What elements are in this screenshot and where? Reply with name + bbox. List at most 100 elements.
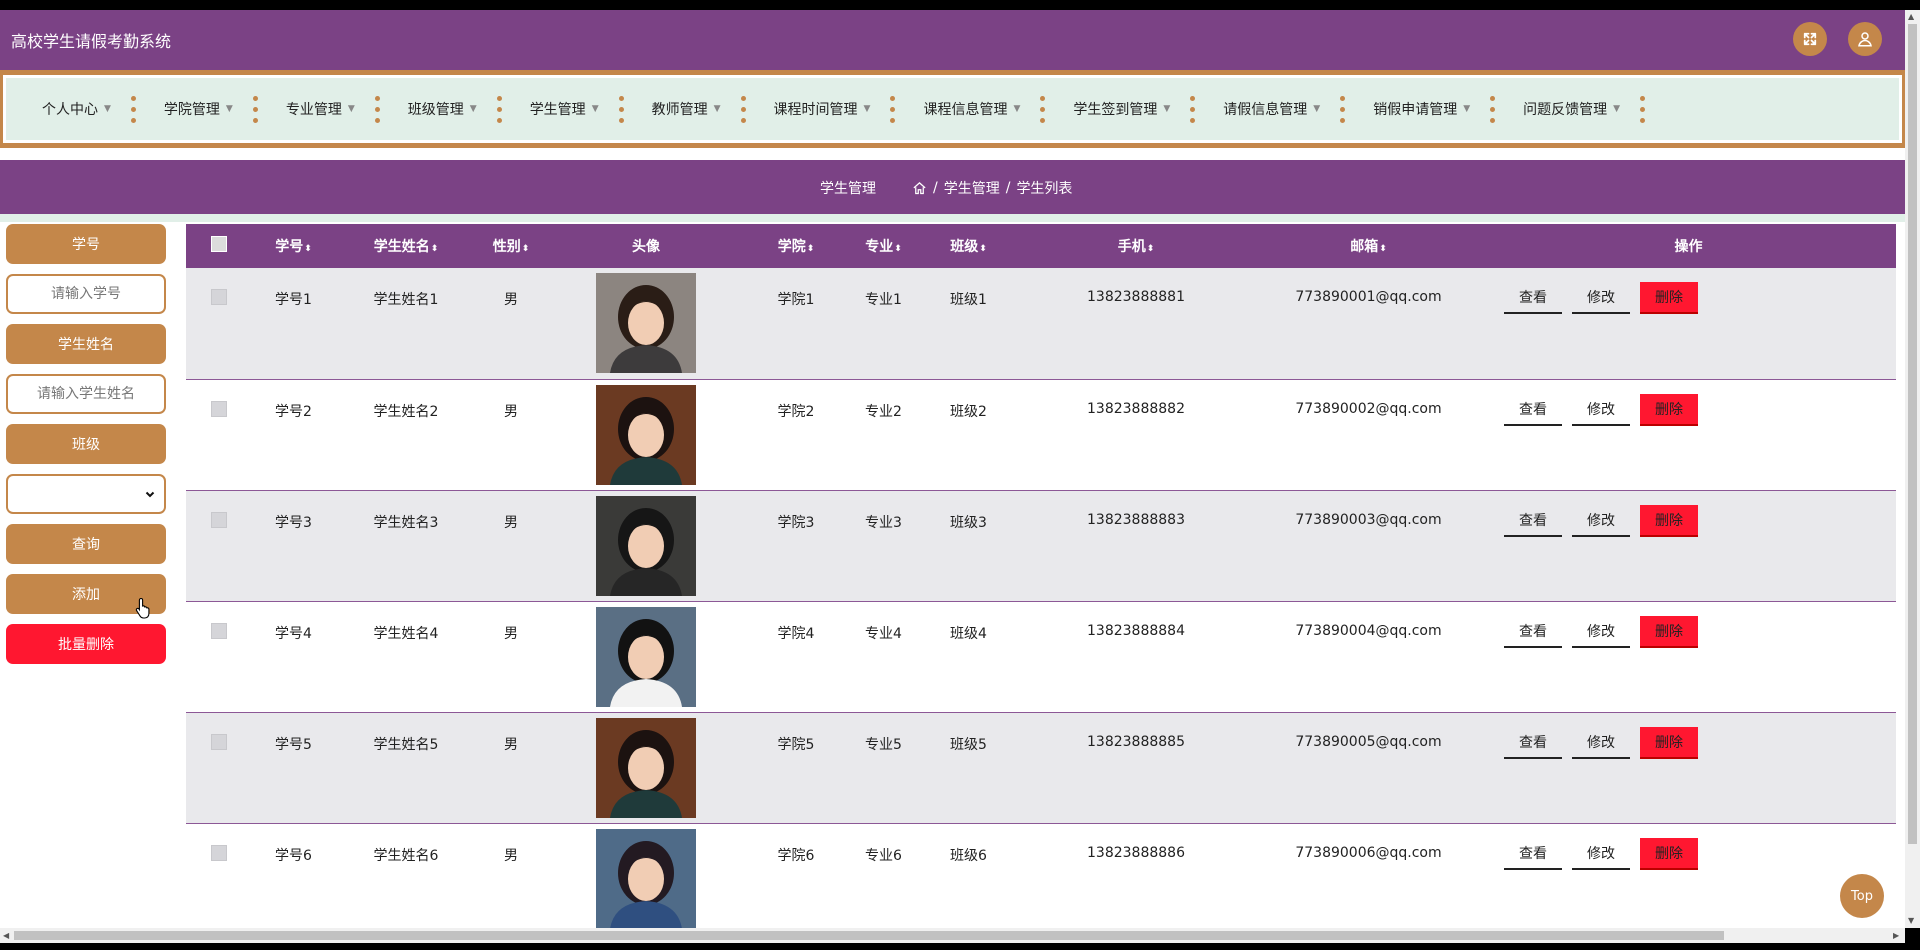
header-operations: 操作 (1674, 239, 1703, 255)
delete-button[interactable]: 删除 (1640, 282, 1698, 314)
sort-icon: ⬍ (1379, 244, 1387, 254)
nav-item[interactable]: 课程信息管理 ▼ (901, 78, 1051, 140)
avatar[interactable] (596, 273, 696, 373)
avatar[interactable] (596, 828, 696, 929)
row-checkbox[interactable] (210, 622, 227, 639)
chevron-down-icon (145, 491, 155, 498)
sort-icon: ⬍ (979, 244, 987, 254)
caret-down-icon: ▼ (1613, 104, 1621, 114)
nav-item[interactable]: 教师管理 ▼ (630, 78, 752, 140)
header-email[interactable]: 邮箱⬍ (1256, 224, 1481, 268)
scroll-up-icon[interactable]: ▲ (1908, 12, 1914, 21)
nav-item[interactable]: 课程时间管理 ▼ (752, 78, 902, 140)
avatar[interactable] (596, 606, 696, 707)
view-button[interactable]: 查看 (1504, 282, 1562, 314)
avatar[interactable] (596, 384, 696, 485)
horizontal-scroll-thumb[interactable] (14, 931, 1724, 940)
nav-item[interactable]: 学院管理 ▼ (142, 78, 264, 140)
fullscreen-button[interactable] (1793, 22, 1827, 56)
header-avatar: 头像 (632, 239, 660, 255)
table-header-row: 学号⬍ 学生姓名⬍ 性别⬍ 头像 学院⬍ 专业⬍ 班级⬍ 手机⬍ 邮箱⬍ 操作 (186, 224, 1896, 268)
edit-button[interactable]: 修改 (1572, 282, 1630, 314)
scroll-left-icon[interactable]: ◀ (3, 931, 9, 940)
nav-item[interactable]: 销假申请管理 ▼ (1351, 78, 1501, 140)
header-student-name[interactable]: 学生姓名⬍ (336, 224, 476, 268)
cell-major: 专业1 (865, 292, 902, 308)
cell-student-id: 学号4 (275, 625, 312, 642)
vertical-scroll-thumb[interactable] (1908, 24, 1917, 844)
class-select[interactable] (6, 474, 166, 514)
nav-item[interactable]: 学生签到管理 ▼ (1051, 78, 1201, 140)
user-button[interactable] (1848, 22, 1882, 56)
avatar[interactable] (596, 717, 696, 818)
view-button[interactable]: 查看 (1504, 394, 1562, 426)
top-bar: 高校学生请假考勤系统 (0, 10, 1905, 70)
nav-item[interactable]: 请假信息管理 ▼ (1201, 78, 1351, 140)
view-button[interactable]: 查看 (1504, 727, 1562, 759)
view-button[interactable]: 查看 (1504, 838, 1562, 870)
edit-button[interactable]: 修改 (1572, 616, 1630, 648)
sort-icon: ⬍ (806, 244, 815, 254)
back-to-top-button[interactable]: Top (1840, 874, 1884, 918)
delete-button[interactable]: 删除 (1640, 615, 1698, 648)
nav-item[interactable]: 班级管理 ▼ (386, 78, 508, 140)
query-button[interactable]: 查询 (6, 524, 166, 564)
delete-button[interactable]: 删除 (1640, 837, 1698, 870)
cell-major: 专业5 (865, 736, 902, 753)
hand-cursor-icon (135, 597, 150, 619)
edit-button[interactable]: 修改 (1572, 727, 1630, 759)
header-phone[interactable]: 手机⬍ (1016, 224, 1256, 268)
user-icon (1858, 32, 1872, 47)
row-checkbox[interactable] (210, 511, 227, 528)
view-button[interactable]: 查看 (1504, 505, 1562, 537)
cell-student-id: 学号1 (275, 292, 312, 308)
nav-item-label: 专业管理 (285, 102, 342, 118)
row-checkbox[interactable] (210, 844, 227, 861)
scroll-down-icon[interactable]: ▼ (1908, 916, 1914, 925)
cell-gender: 男 (504, 736, 518, 753)
nav-item-label: 学院管理 (163, 102, 220, 118)
avatar[interactable] (596, 495, 696, 596)
batch-delete-button[interactable]: 批量删除 (6, 624, 166, 664)
header-student-id[interactable]: 学号⬍ (251, 224, 336, 268)
horizontal-scrollbar[interactable]: ◀ ▶ (0, 928, 1905, 943)
cell-student-name: 学生姓名5 (373, 736, 439, 753)
student-name-input[interactable] (14, 385, 158, 403)
delete-button[interactable]: 删除 (1640, 393, 1698, 426)
row-checkbox[interactable] (210, 289, 227, 305)
nav-item[interactable]: 学生管理 ▼ (508, 78, 630, 140)
student-id-input[interactable] (14, 285, 158, 303)
fullscreen-icon (1803, 32, 1817, 46)
cell-email: 773890003@qq.com (1295, 511, 1442, 528)
nav-divider (1340, 95, 1346, 123)
header-major[interactable]: 专业⬍ (846, 224, 921, 268)
header-college[interactable]: 学院⬍ (746, 224, 846, 268)
view-button[interactable]: 查看 (1504, 616, 1562, 648)
nav-item[interactable]: 个人中心 ▼ (20, 78, 142, 140)
select-all-checkbox[interactable] (210, 236, 227, 252)
page-title: 学生管理 (820, 181, 876, 197)
sort-icon: ⬍ (894, 244, 902, 254)
scroll-right-icon[interactable]: ▶ (1893, 931, 1899, 940)
cell-phone: 13823888885 (1087, 733, 1185, 750)
delete-button[interactable]: 删除 (1640, 504, 1698, 537)
edit-button[interactable]: 修改 (1572, 838, 1630, 870)
row-checkbox[interactable] (210, 400, 227, 417)
caret-down-icon: ▼ (104, 104, 111, 114)
nav-divider (1190, 95, 1196, 123)
breadcrumb-item-student-management[interactable]: 学生管理 (944, 178, 1000, 198)
cell-student-name: 学生姓名3 (373, 514, 439, 531)
vertical-scrollbar[interactable]: ▲ ▼ (1905, 10, 1920, 928)
row-checkbox[interactable] (210, 733, 227, 750)
cell-class: 班级1 (950, 292, 987, 308)
header-gender[interactable]: 性别⬍ (476, 224, 546, 268)
nav-item-label: 教师管理 (651, 102, 708, 118)
delete-button[interactable]: 删除 (1640, 726, 1698, 759)
nav-item[interactable]: 问题反馈管理 ▼ (1501, 78, 1651, 140)
edit-button[interactable]: 修改 (1572, 505, 1630, 537)
header-class[interactable]: 班级⬍ (921, 224, 1016, 268)
nav-item[interactable]: 专业管理 ▼ (264, 78, 386, 140)
home-icon[interactable] (912, 181, 927, 196)
cell-gender: 男 (504, 514, 518, 531)
edit-button[interactable]: 修改 (1572, 394, 1630, 426)
